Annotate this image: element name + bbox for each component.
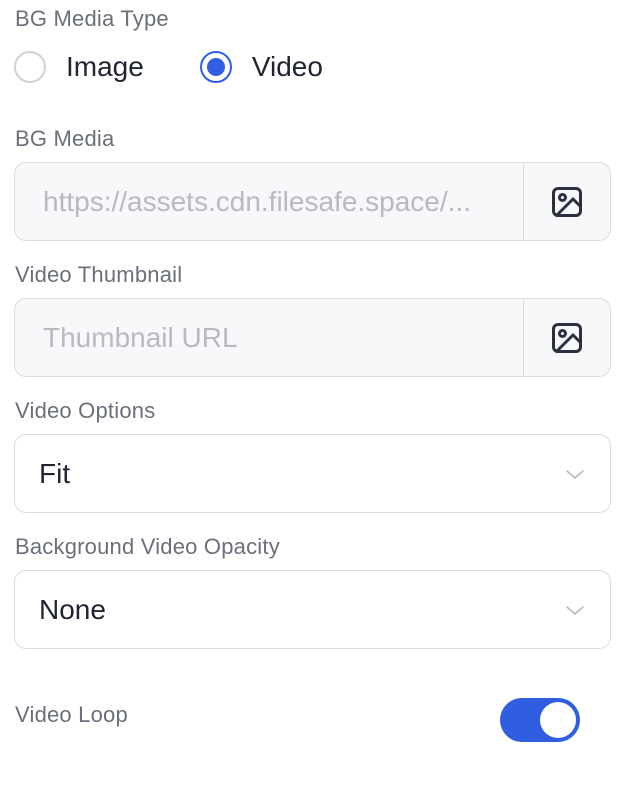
background-video-opacity-value: None <box>39 593 106 625</box>
chevron-down-icon <box>564 467 586 481</box>
toggle-knob <box>540 702 576 738</box>
radio-image-label: Image <box>66 51 144 82</box>
radio-video[interactable] <box>199 51 232 83</box>
bg-media-label: BG Media <box>15 126 115 151</box>
bg-media-type-label: BG Media Type <box>15 6 169 31</box>
bg-media-field <box>14 162 611 241</box>
bg-media-input[interactable] <box>15 163 523 240</box>
radio-image[interactable] <box>14 51 46 83</box>
bg-media-picker-button[interactable] <box>523 163 610 240</box>
video-thumbnail-input[interactable] <box>15 299 523 376</box>
chevron-down-icon <box>564 603 586 617</box>
radio-video-label: Video <box>251 51 323 82</box>
video-options-select[interactable]: Fit <box>14 434 611 513</box>
video-options-value: Fit <box>39 457 71 489</box>
background-video-opacity-label: Background Video Opacity <box>15 534 280 559</box>
image-icon <box>552 186 582 217</box>
radio-option-video[interactable]: Video <box>199 51 323 83</box>
radio-option-image[interactable]: Image <box>14 51 144 83</box>
background-video-opacity-select[interactable]: None <box>14 570 611 649</box>
image-icon <box>552 322 582 353</box>
video-thumbnail-field <box>14 298 611 377</box>
video-loop-toggle[interactable] <box>500 698 580 742</box>
video-thumbnail-picker-button[interactable] <box>523 299 610 376</box>
video-thumbnail-label: Video Thumbnail <box>15 262 183 287</box>
video-loop-label: Video Loop <box>15 702 128 727</box>
video-options-label: Video Options <box>15 398 156 423</box>
bg-media-type-radio-group: Image Video <box>14 48 323 86</box>
